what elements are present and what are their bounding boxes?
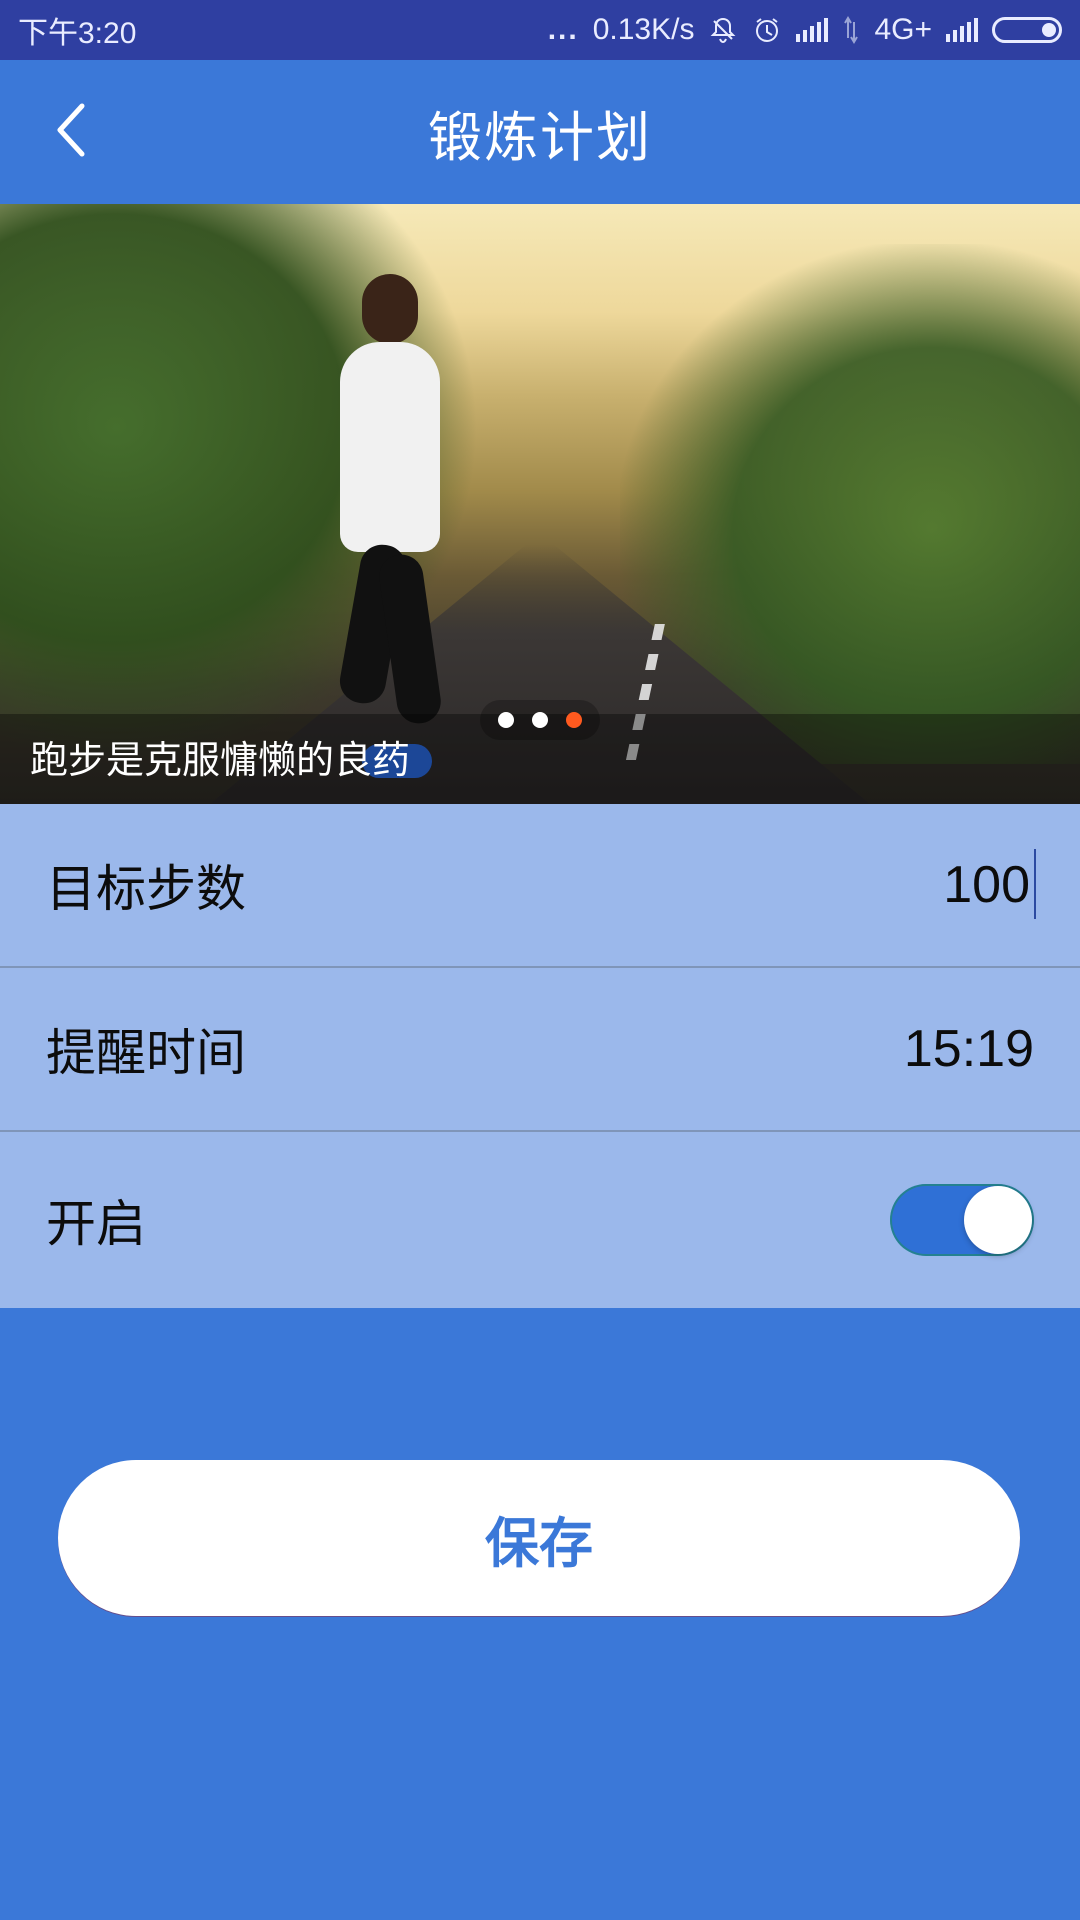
status-bar: 下午3:20 ... 0.13K/s 4G+ — [0, 0, 1080, 60]
settings-list: 目标步数 100 提醒时间 15:19 开启 — [0, 804, 1080, 1308]
target-steps-row[interactable]: 目标步数 100 — [0, 804, 1080, 968]
pager-dot[interactable] — [532, 712, 548, 728]
signal-icon — [796, 18, 829, 42]
target-steps-input[interactable]: 100 — [943, 849, 1036, 919]
network-type: 4G+ — [874, 13, 932, 46]
status-icons: ... 0.13K/s 4G+ — [548, 13, 1062, 47]
enable-label: 开启 — [46, 1195, 146, 1253]
banner-pager[interactable] — [480, 700, 600, 740]
enable-toggle[interactable] — [890, 1184, 1034, 1256]
data-arrows-icon — [842, 16, 860, 44]
toggle-knob — [964, 1186, 1032, 1254]
page-title: 锻炼计划 — [428, 105, 652, 169]
battery-icon — [992, 17, 1062, 43]
pager-dot[interactable] — [498, 712, 514, 728]
status-time: 下午3:20 — [18, 17, 137, 50]
app-header: 锻炼计划 — [0, 60, 1080, 204]
signal-icon-2 — [946, 18, 978, 42]
reminder-time-value[interactable]: 15:19 — [904, 1019, 1034, 1079]
target-steps-label: 目标步数 — [46, 860, 246, 918]
status-more-dots: ... — [547, 13, 579, 46]
pager-dot-active[interactable] — [566, 712, 582, 728]
enable-row[interactable]: 开启 — [0, 1132, 1080, 1308]
back-button[interactable] — [40, 96, 100, 168]
reminder-time-row[interactable]: 提醒时间 15:19 — [0, 968, 1080, 1132]
bell-off-icon — [708, 15, 738, 45]
alarm-clock-icon — [752, 15, 782, 45]
network-speed: 0.13K/s — [592, 13, 695, 46]
save-button-label: 保存 — [485, 1511, 593, 1575]
reminder-time-label: 提醒时间 — [46, 1024, 246, 1082]
hero-banner[interactable]: 跑步是克服慵懒的良药 — [0, 204, 1080, 804]
banner-caption: 跑步是克服慵懒的良药 — [30, 738, 411, 782]
chevron-left-icon — [52, 100, 88, 164]
save-button[interactable]: 保存 — [58, 1460, 1020, 1616]
